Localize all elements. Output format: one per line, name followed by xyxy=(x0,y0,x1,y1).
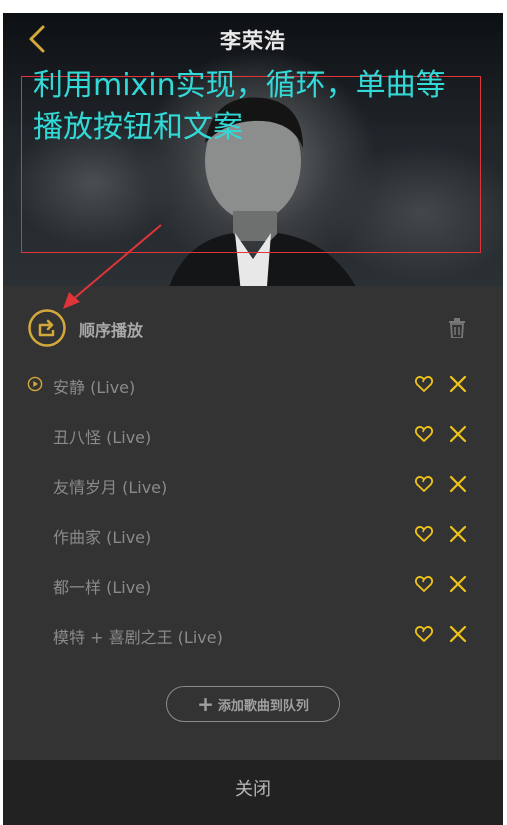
song-title[interactable]: 安静 (Live) xyxy=(53,374,135,398)
page-title: 李荣浩 xyxy=(220,29,286,53)
song-row[interactable]: 友情岁月 (Live) xyxy=(3,459,503,509)
heart-icon[interactable] xyxy=(414,374,434,394)
song-row[interactable]: 都一样 (Live) xyxy=(3,559,503,609)
song-row[interactable]: 模特 + 喜剧之王 (Live) xyxy=(3,609,503,659)
heart-icon[interactable] xyxy=(414,474,434,494)
annotation-text: 利用mixin实现，循环，单曲等播放按钮和文案 xyxy=(33,68,446,145)
song-title[interactable]: 都一样 (Live) xyxy=(53,574,151,598)
play-mode-label[interactable]: 顺序播放 xyxy=(79,317,143,341)
song-title[interactable]: 友情岁月 (Live) xyxy=(53,474,167,498)
add-to-queue-label: 添加歌曲到队列 xyxy=(217,698,309,714)
sequence-play-icon[interactable] xyxy=(27,308,67,348)
close-icon[interactable] xyxy=(448,374,468,394)
song-row[interactable]: 丑八怪 (Live) xyxy=(3,409,503,459)
song-title[interactable]: 模特 + 喜剧之王 (Live) xyxy=(53,624,223,648)
heart-icon[interactable] xyxy=(414,574,434,594)
heart-icon[interactable] xyxy=(414,624,434,644)
trash-icon[interactable] xyxy=(448,318,466,338)
heart-icon[interactable] xyxy=(414,524,434,544)
song-row[interactable]: 安静 (Live) xyxy=(3,359,503,409)
close-button[interactable]: 关闭 xyxy=(3,760,503,825)
song-row[interactable]: 作曲家 (Live) xyxy=(3,509,503,559)
play-mode-row: 顺序播放 xyxy=(3,304,503,350)
add-to-queue-button[interactable]: + 添加歌曲到队列 xyxy=(166,686,340,722)
player-screen: 李荣浩 利用mixin实现，循环，单曲等播放按钮和文案 顺序播放 安静 (Liv… xyxy=(3,13,503,825)
close-icon[interactable] xyxy=(448,574,468,594)
heart-icon[interactable] xyxy=(414,424,434,444)
now-playing-icon xyxy=(27,376,43,392)
singer-banner: 李荣浩 利用mixin实现，循环，单曲等播放按钮和文案 xyxy=(3,13,503,286)
close-icon[interactable] xyxy=(448,624,468,644)
playlist-panel: 顺序播放 安静 (Live) 丑八怪 (Live) 友情岁月 (Live) 作曲家 (… xyxy=(3,286,503,760)
close-icon[interactable] xyxy=(448,424,468,444)
song-title[interactable]: 丑八怪 (Live) xyxy=(53,424,151,448)
close-icon[interactable] xyxy=(448,524,468,544)
plus-icon: + xyxy=(197,692,214,716)
close-icon[interactable] xyxy=(448,474,468,494)
song-title[interactable]: 作曲家 (Live) xyxy=(53,524,151,548)
